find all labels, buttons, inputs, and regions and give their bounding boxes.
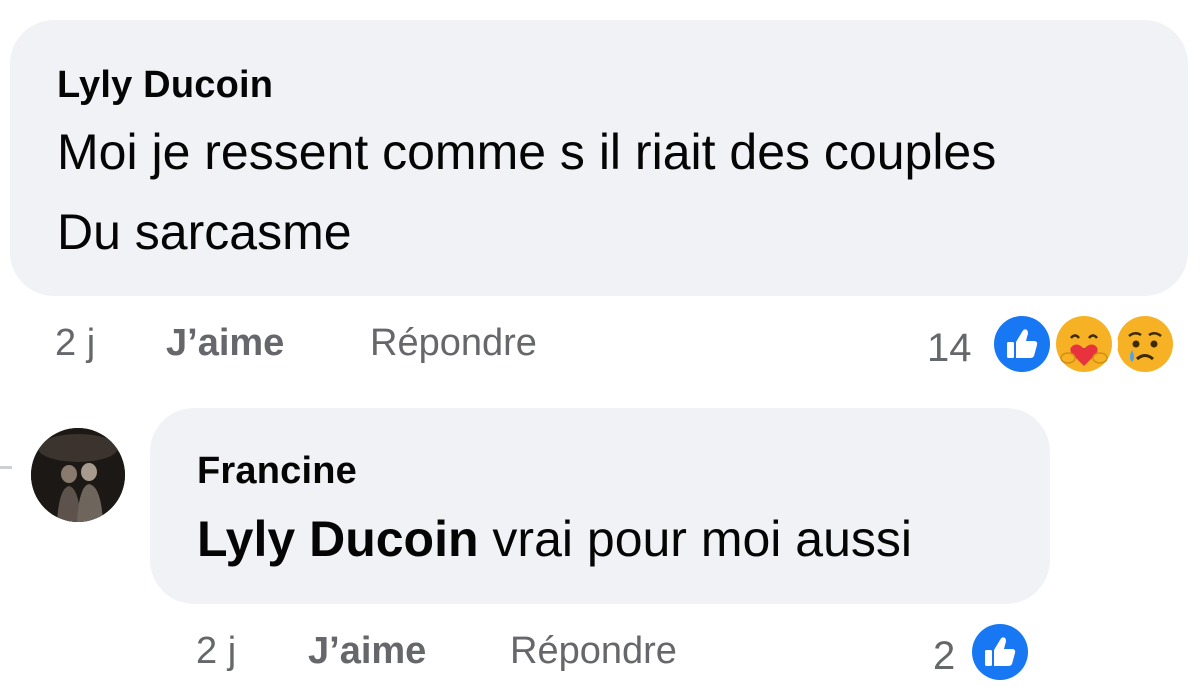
comment-text-line: Du sarcasme xyxy=(57,204,352,260)
reply-bubble: Francine Lyly Ducoin vrai pour moi aussi xyxy=(150,408,1050,604)
like-icon[interactable] xyxy=(988,310,1056,378)
reply-text: Lyly Ducoin vrai pour moi aussi xyxy=(197,510,912,568)
comment-text-line: Moi je ressent comme s il riait des coup… xyxy=(57,124,997,180)
avatar[interactable] xyxy=(31,428,125,522)
reply-like-button[interactable]: J’aime xyxy=(308,630,426,673)
thread-connector xyxy=(0,466,12,469)
reply-text-content: vrai pour moi aussi xyxy=(478,511,913,567)
reaction-count[interactable]: 14 xyxy=(927,326,972,371)
comment-timestamp[interactable]: 2 j xyxy=(55,322,95,365)
like-icon[interactable] xyxy=(966,618,1034,686)
reply-button[interactable]: Répondre xyxy=(370,322,537,365)
reply-author[interactable]: Francine xyxy=(197,450,357,493)
comment-author[interactable]: Lyly Ducoin xyxy=(57,64,273,107)
reply-reply-button[interactable]: Répondre xyxy=(510,630,677,673)
mention-link[interactable]: Lyly Ducoin xyxy=(197,511,479,567)
reply-reaction-count[interactable]: 2 xyxy=(933,634,955,679)
comment-bubble: Lyly Ducoin Moi je ressent comme s il ri… xyxy=(10,20,1188,296)
sad-icon[interactable] xyxy=(1111,310,1179,378)
care-icon[interactable] xyxy=(1050,310,1118,378)
like-button[interactable]: J’aime xyxy=(166,322,284,365)
reply-timestamp[interactable]: 2 j xyxy=(196,630,236,673)
